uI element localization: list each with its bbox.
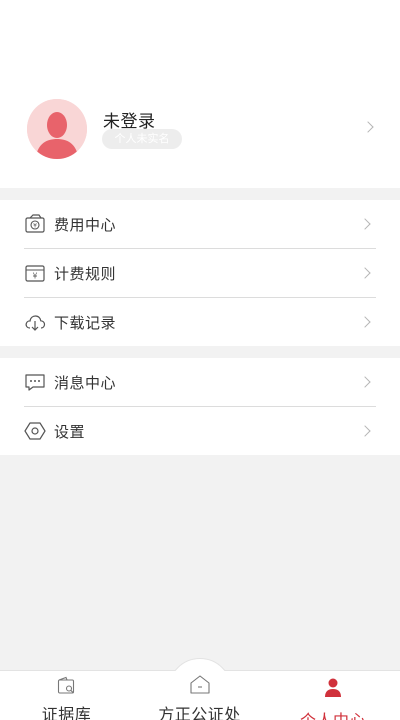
user-silhouette-icon: [27, 99, 87, 159]
chevron-right-icon: [362, 121, 374, 133]
cloud-download-icon: [25, 315, 46, 331]
menu-item-settings[interactable]: 设置: [24, 407, 376, 456]
menu-item-fee-center[interactable]: ¥ 费用中心: [24, 200, 376, 249]
menu-label: 消息中心: [54, 374, 117, 392]
menu-item-billing-rules[interactable]: ¥ 计费规则: [24, 249, 376, 298]
tab-label: 个人中心: [266, 707, 400, 720]
menu-item-message-center[interactable]: 消息中心: [24, 358, 376, 407]
tab-personal-center[interactable]: 个人中心: [266, 670, 400, 720]
menu-label: 计费规则: [54, 265, 117, 283]
tab-label: 证据库: [41, 705, 92, 720]
menu-item-download-history[interactable]: 下载记录: [24, 298, 376, 347]
menu-label: 费用中心: [54, 216, 117, 234]
user-icon: [325, 678, 341, 697]
message-icon: [25, 374, 45, 391]
tab-notary-office[interactable]: 方正公证处: [133, 670, 266, 720]
profile-card[interactable]: 未登录 个人未实名: [0, 96, 400, 160]
tab-label: 方正公证处: [158, 705, 241, 720]
home-icon: [189, 675, 210, 694]
settings-hexagon-icon: [24, 422, 46, 440]
chevron-right-icon: [359, 316, 371, 328]
evidence-folder-icon: [57, 676, 74, 694]
chevron-right-icon: [359, 425, 371, 437]
chevron-right-icon: [359, 376, 371, 388]
menu-group-system: 消息中心 设置: [0, 358, 400, 455]
menu-group-account: ¥ 费用中心 ¥ 计费规则 下载记录: [0, 200, 400, 346]
verification-badge: 个人未实名: [102, 129, 182, 149]
svg-text:¥: ¥: [33, 222, 37, 229]
menu-label: 下载记录: [54, 314, 117, 332]
billing-yen-icon: ¥: [25, 265, 45, 282]
chevron-right-icon: [359, 267, 371, 279]
chevron-right-icon: [359, 218, 371, 230]
tab-evidence-library[interactable]: 证据库: [0, 670, 133, 720]
menu-label: 设置: [54, 423, 86, 441]
svg-text:¥: ¥: [33, 272, 38, 281]
avatar[interactable]: [27, 99, 87, 159]
money-bag-icon: ¥: [25, 214, 45, 233]
